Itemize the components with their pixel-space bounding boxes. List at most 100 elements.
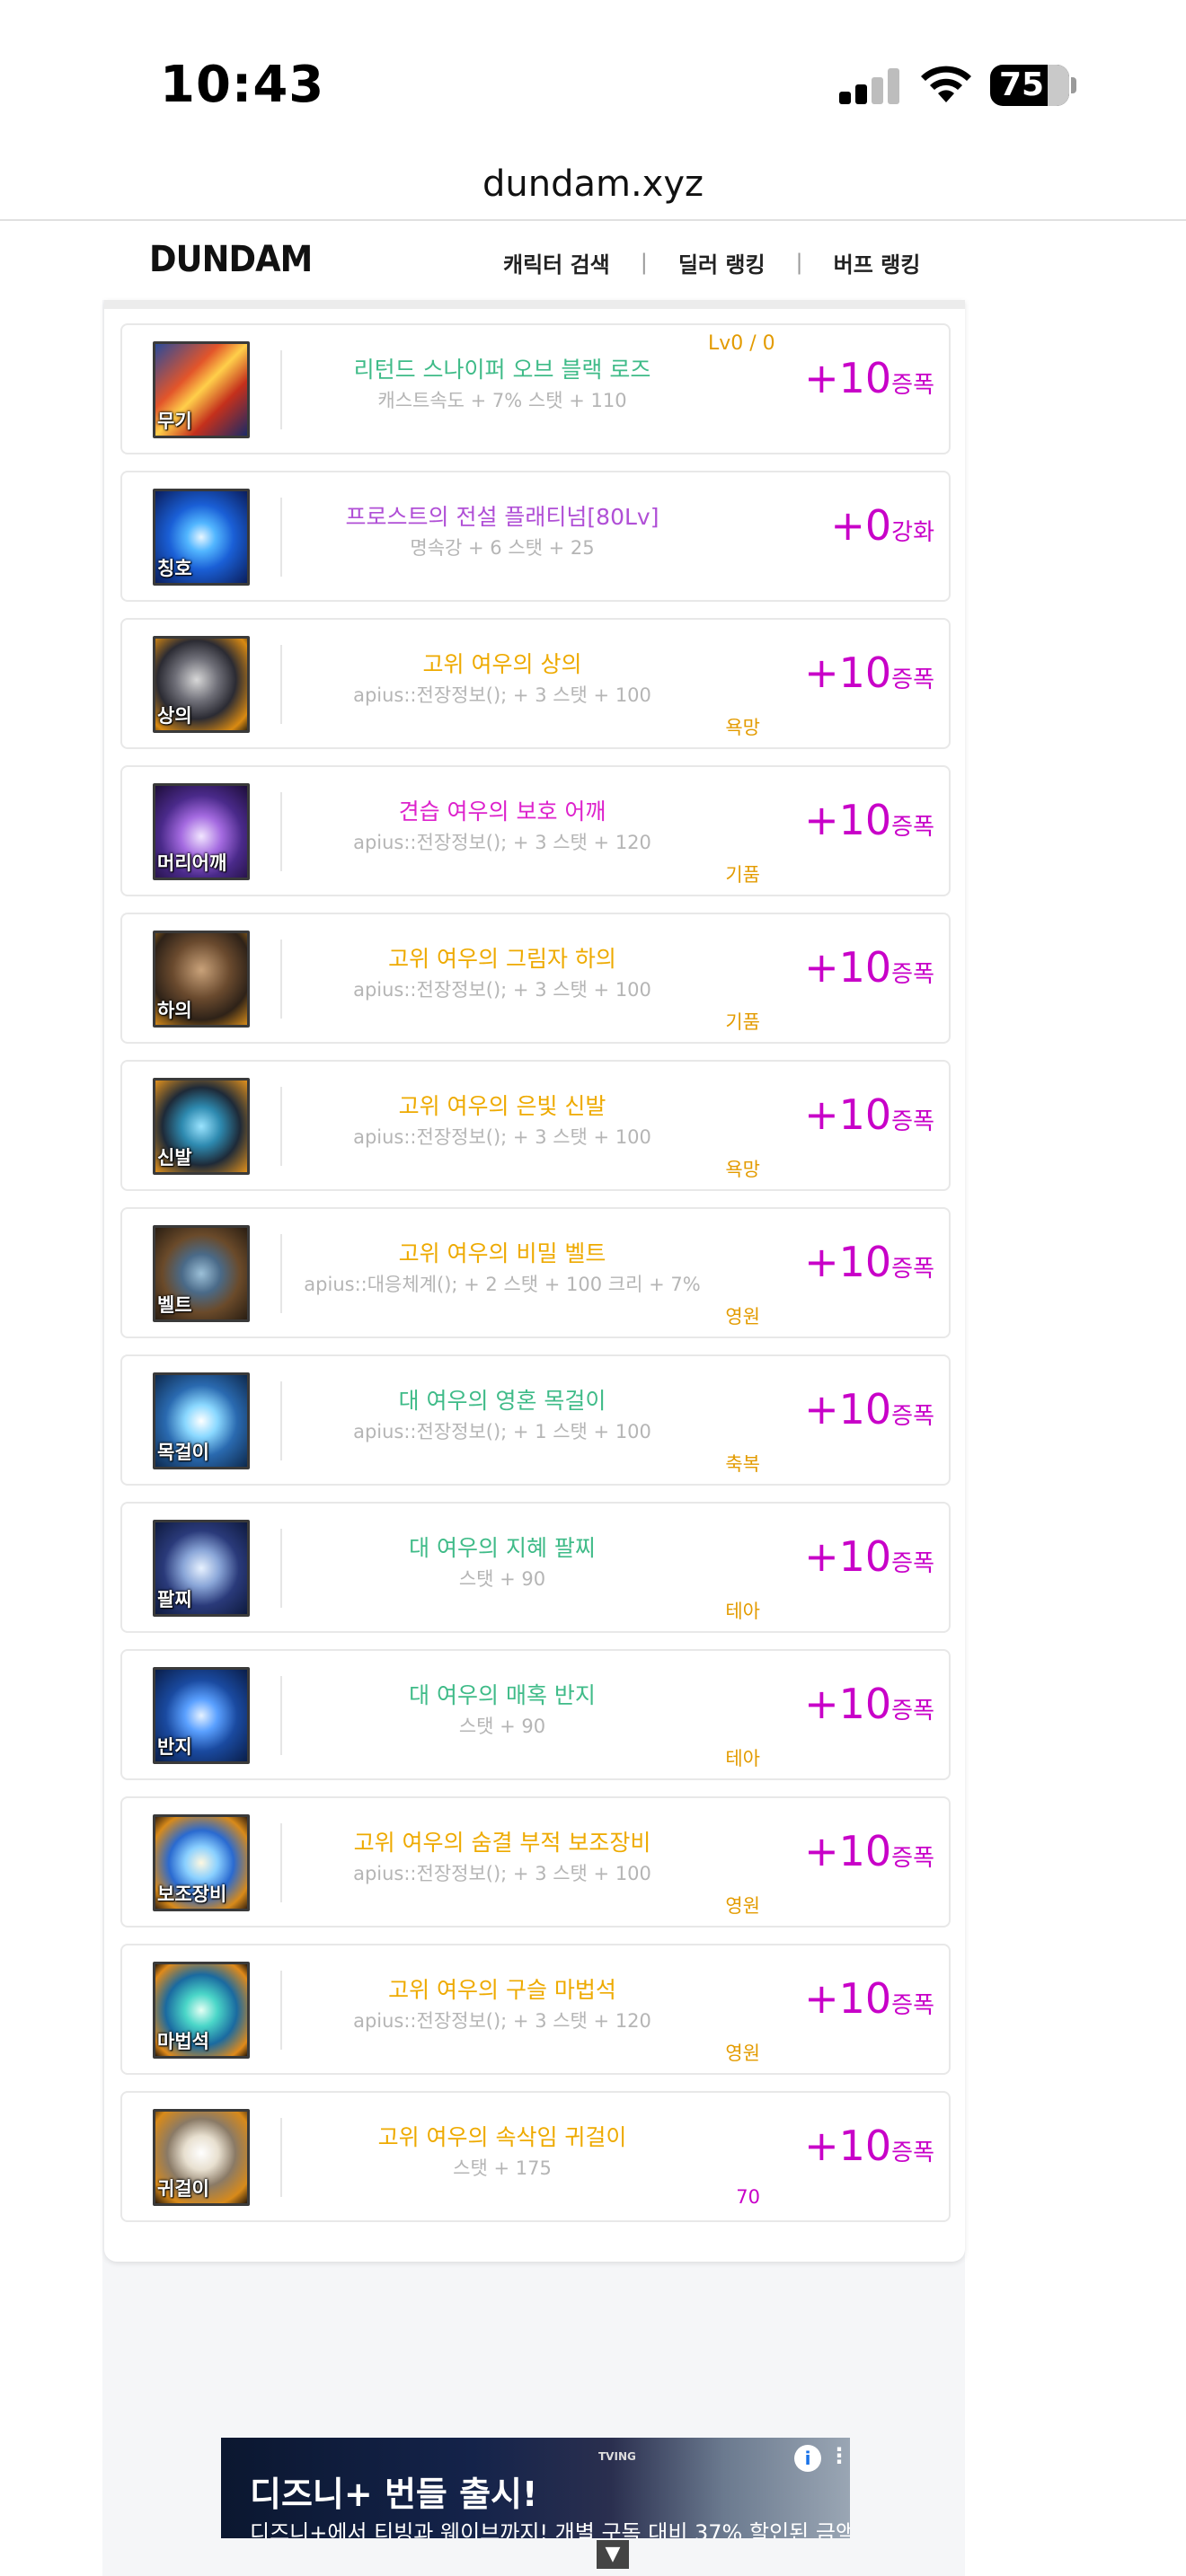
title-icon[interactable]: 칭호 [153,489,250,586]
item-reinforce-level: +10증폭 [804,796,934,844]
equipment-row[interactable]: 상의 고위 여우의 상의apius::전장정보(); + 3 스탯 + 100욕망… [120,618,951,749]
reinforce-value: +10 [804,1238,892,1286]
item-name[interactable]: 견습 여우의 보호 어깨 [293,794,712,826]
item-name[interactable]: 대 여우의 지혜 팔찌 [293,1531,712,1563]
item-tag: 욕망 [725,717,760,738]
equipment-card: 무기 Lv0 / 0 리턴드 스나이퍼 오브 블랙 로즈 캐스트속도 + 7% 스탯 … [104,300,965,2262]
equipment-row[interactable]: 귀걸이 고위 여우의 속삭임 귀걸이 스탯 + 175 70 +10증폭 [120,2091,951,2222]
sub-equipment-icon[interactable]: 보조장비 [153,1814,250,1911]
item-name[interactable]: 고위 여우의 속삭임 귀걸이 [293,2120,712,2152]
slot-label: 칭호 [157,558,192,579]
row-divider [280,1087,282,1166]
reinforce-value: +10 [804,648,892,697]
item-reinforce-level: +10증폭 [804,1680,934,1728]
site-header: DUNDAM 캐릭터 검색 | 딜러 랭킹 | 버프 랭킹 [0,221,1186,300]
item-name[interactable]: 리턴드 스나이퍼 오브 블랙 로즈 [293,352,712,384]
item-name[interactable]: 대 여우의 매혹 반지 [293,1678,712,1710]
earring-icon[interactable]: 귀걸이 [153,2109,250,2206]
equipment-row[interactable]: 머리어깨 견습 여우의 보호 어깨 apius::전장정보(); + 3 스탯 + … [120,765,951,896]
item-reinforce-level: +10증폭 [804,2122,934,2170]
equipment-row[interactable]: 목걸이 대 여우의 영혼 목걸이 apius::전장정보(); + 1 스탯 + 1… [120,1354,951,1486]
item-name[interactable]: 고위 여우의 상의 [293,647,712,679]
item-stats: apius::전장정보(); + 3 스탯 + 100 [353,1126,651,1148]
reinforce-value: +10 [804,943,892,992]
equipment-row[interactable]: 신발 고위 여우의 은빛 신발apius::전장정보(); + 3 스탯 + 10… [120,1060,951,1191]
reinforce-value: +10 [804,796,892,844]
item-reinforce-level: +10증폭 [804,1974,934,2023]
ad-banner[interactable]: TVING 디즈니+ 번들 출시! 디즈니+에서 티빙과 웨이브까지! 개별 구… [221,2438,850,2538]
ad-collapse-icon[interactable]: ▼ [597,2540,629,2569]
item-tag: 영원 [725,1306,760,1328]
weapon-icon[interactable]: 무기 [153,341,250,438]
nav-separator: | [795,250,803,275]
bracelet-icon[interactable]: 팔찌 [153,1520,250,1617]
top-armor-icon[interactable]: 상의 [153,636,250,733]
slot-label: 마법석 [157,2031,209,2052]
item-name[interactable]: 고위 여우의 그림자 하의 [293,941,712,974]
reinforce-type: 증폭 [891,1992,934,2019]
reinforce-type: 증폭 [891,1108,934,1135]
item-name[interactable]: 고위 여우의 구슬 마법석 [293,1972,712,2005]
pants-armor-icon[interactable]: 하의 [153,931,250,1028]
item-name[interactable]: 프로스트의 전설 플래티넘[80Lv] [293,499,712,532]
nav-separator: | [640,250,648,275]
battery-level: 75 [998,66,1045,103]
item-reinforce-level: +10증폭 [804,1090,934,1139]
row-divider [280,1971,282,2050]
reinforce-type: 증폭 [891,961,934,988]
item-stats: 명속강 + 6 스탯 + 25 [410,537,595,559]
item-reinforce-level: +10증폭 [804,1385,934,1434]
equipment-row[interactable]: 마법석 고위 여우의 구슬 마법석 apius::전장정보(); + 3 스탯 + … [120,1944,951,2075]
item-name[interactable]: 고위 여우의 비밀 벨트 [293,1236,712,1268]
row-divider [280,792,282,871]
reinforce-type: 증폭 [891,1550,934,1577]
reinforce-type: 강화 [891,519,934,546]
reinforce-type: 증폭 [891,1403,934,1430]
equipment-row[interactable]: 반지 대 여우의 매혹 반지 스탯 + 90 테아 +10증폭 [120,1649,951,1780]
item-name[interactable]: 고위 여우의 은빛 신발 [293,1089,712,1121]
battery-tip [1071,77,1076,93]
item-reinforce-level: +0강화 [830,501,934,550]
nav-buffer-ranking[interactable]: 버프 랭킹 [834,247,921,278]
address-bar[interactable]: dundam.xyz [0,153,1186,221]
item-tag: 영원 [725,1895,760,1917]
item-name[interactable]: 고위 여우의 숨결 부적 보조장비 [293,1825,712,1857]
ad-more-icon[interactable]: ⋮ [828,2443,850,2468]
nav-character-search[interactable]: 캐릭터 검색 [503,247,610,278]
slot-label: 벨트 [157,1294,192,1316]
nav-dealer-ranking[interactable]: 딜러 랭킹 [678,247,766,278]
item-stats: apius::전장정보(); + 3 스탯 + 100 [353,684,651,706]
equipment-row[interactable]: 보조장비 고위 여우의 숨결 부적 보조장비 apius::전장정보(); + 3 … [120,1796,951,1928]
slot-label: 하의 [157,1000,192,1021]
row-divider [280,498,282,577]
row-divider [280,1234,282,1313]
item-stats: 스탯 + 90 [458,1568,546,1590]
ad-brand-tag: TVING [598,2450,636,2463]
equipment-row[interactable]: 하의 고위 여우의 그림자 하의 apius::전장정보(); + 3 스탯 + 1… [120,913,951,1044]
row-divider [280,350,282,429]
necklace-icon[interactable]: 목걸이 [153,1372,250,1469]
shoulder-armor-icon[interactable]: 머리어깨 [153,783,250,880]
row-divider [280,1823,282,1902]
reinforce-value: +10 [804,1680,892,1728]
item-reinforce-level: +10증폭 [804,943,934,992]
slot-label: 상의 [157,705,192,727]
shoes-armor-icon[interactable]: 신발 [153,1078,250,1175]
equipment-row[interactable]: 무기 Lv0 / 0 리턴드 스나이퍼 오브 블랙 로즈 캐스트속도 + 7% 스탯 … [120,323,951,454]
magic-stone-icon[interactable]: 마법석 [153,1962,250,2059]
reinforce-value: +10 [804,1827,892,1875]
slot-label: 신발 [157,1147,192,1169]
item-name[interactable]: 대 여우의 영혼 목걸이 [293,1383,712,1416]
ring-icon[interactable]: 반지 [153,1667,250,1764]
equipment-row[interactable]: 칭호 프로스트의 전설 플래티넘[80Lv] 명속강 + 6 스탯 + 25 +0강화 [120,471,951,602]
equipment-row[interactable]: 벨트 고위 여우의 비밀 벨트 apius::대응체계(); + 2 스탯 + 10… [120,1207,951,1338]
ad-info-icon[interactable]: i [794,2445,821,2472]
site-logo[interactable]: DUNDAM [149,239,313,280]
equipment-row[interactable]: 팔찌 대 여우의 지혜 팔찌 스탯 + 90 테아 +10증폭 [120,1502,951,1633]
belt-icon[interactable]: 벨트 [153,1225,250,1322]
reinforce-value: +10 [804,2122,892,2170]
status-bar: 10:43 75 [0,0,1186,153]
item-reinforce-level: +10증폭 [804,648,934,697]
reinforce-type: 증폭 [891,372,934,399]
slot-label: 팔찌 [157,1589,192,1610]
